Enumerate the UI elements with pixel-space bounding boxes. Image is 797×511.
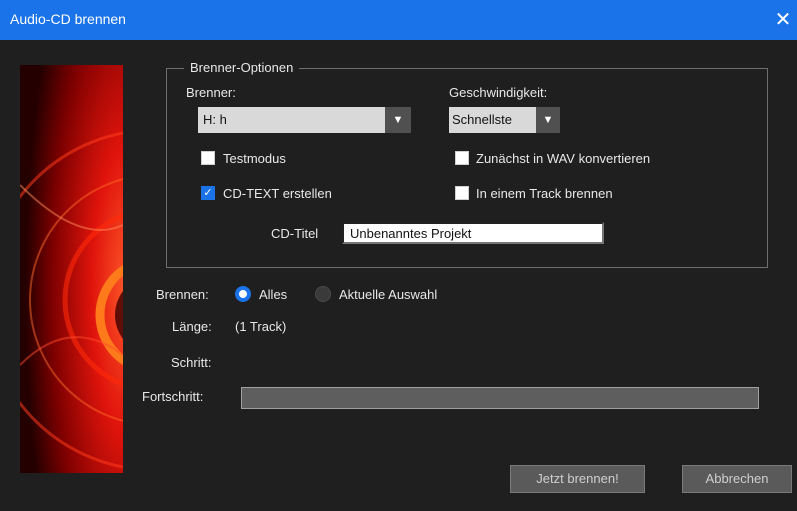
burner-options-legend: Brenner-Optionen	[184, 60, 300, 75]
speed-select-value: Schnellste	[452, 112, 512, 127]
cd-disc-graphic	[20, 65, 123, 473]
cancel-button[interactable]: Abbrechen	[682, 465, 792, 493]
step-label: Schritt:	[171, 355, 212, 370]
title-bar: Audio-CD brennen ✕	[0, 0, 797, 40]
wav-convert-label: Zunächst in WAV konvertieren	[476, 151, 651, 166]
wav-convert-checkbox[interactable]	[455, 151, 469, 165]
cd-text-checkbox[interactable]: ✓	[201, 186, 215, 200]
cd-text-label: CD-TEXT erstellen	[223, 186, 332, 201]
burner-label: Brenner:	[186, 85, 236, 100]
burn-all-label: Alles	[259, 287, 288, 302]
cd-title-label: CD-Titel	[271, 226, 319, 241]
one-track-label: In einem Track brennen	[476, 186, 613, 201]
burn-selection-radio[interactable]	[315, 286, 331, 302]
burn-all-radio[interactable]	[235, 286, 251, 302]
close-icon[interactable]: ✕	[769, 6, 797, 34]
length-value: (1 Track)	[235, 319, 287, 334]
length-label: Länge:	[172, 319, 212, 334]
testmodus-label: Testmodus	[223, 151, 286, 166]
burn-selection-label: Aktuelle Auswahl	[339, 287, 438, 302]
speed-label: Geschwindigkeit:	[449, 85, 548, 100]
burner-select-value: H: h	[203, 112, 227, 127]
testmodus-checkbox[interactable]	[201, 151, 215, 165]
chevron-down-icon[interactable]: ▼	[536, 107, 560, 133]
burner-select[interactable]: H: h ▼	[198, 107, 411, 133]
one-track-checkbox[interactable]	[455, 186, 469, 200]
speed-select[interactable]: Schnellste ▼	[449, 107, 560, 133]
cd-artwork-image	[20, 65, 123, 473]
progress-label: Fortschritt:	[142, 389, 204, 404]
chevron-down-icon[interactable]: ▼	[385, 107, 411, 133]
burn-now-button[interactable]: Jetzt brennen!	[510, 465, 645, 493]
window-title: Audio-CD brennen	[10, 11, 126, 27]
cd-title-input[interactable]	[342, 222, 604, 244]
progress-bar	[241, 387, 759, 409]
burn-label: Brennen:	[156, 287, 209, 302]
